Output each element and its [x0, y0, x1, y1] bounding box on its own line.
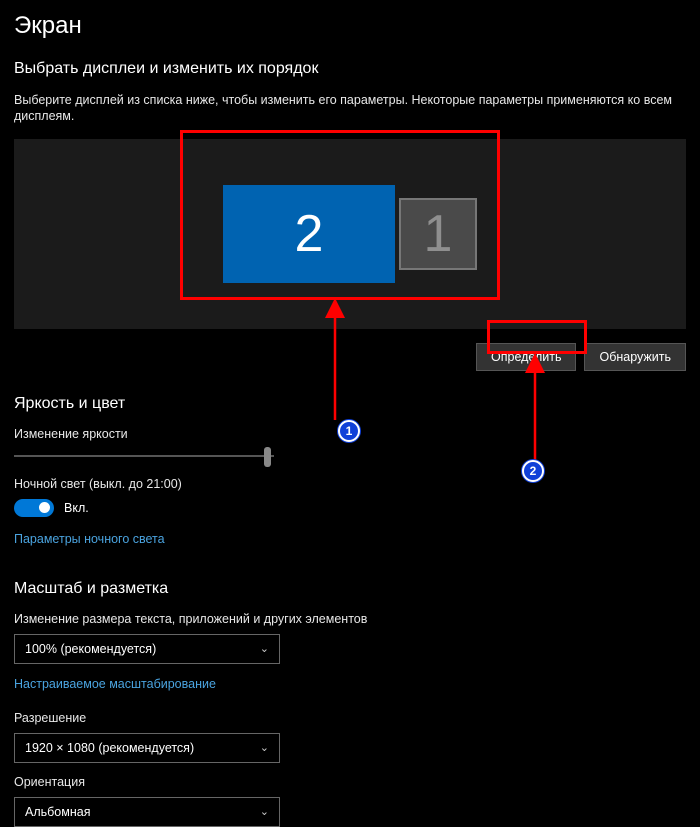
- resolution-value: 1920 × 1080 (рекомендуется): [25, 741, 194, 755]
- text-size-dropdown[interactable]: 100% (рекомендуется) ⌄: [14, 634, 280, 664]
- brightness-heading: Яркость и цвет: [14, 395, 686, 413]
- chevron-down-icon: ⌄: [260, 805, 269, 818]
- brightness-slider-thumb[interactable]: [264, 447, 271, 467]
- identify-button[interactable]: Определить: [476, 343, 576, 371]
- brightness-slider[interactable]: [14, 455, 274, 457]
- chevron-down-icon: ⌄: [260, 741, 269, 754]
- scale-heading: Масштаб и разметка: [14, 580, 686, 598]
- brightness-slider-label: Изменение яркости: [14, 427, 686, 441]
- orientation-dropdown[interactable]: Альбомная ⌄: [14, 797, 280, 827]
- resolution-dropdown[interactable]: 1920 × 1080 (рекомендуется) ⌄: [14, 733, 280, 763]
- monitor-1[interactable]: 1: [399, 198, 477, 270]
- arrange-heading: Выбрать дисплеи и изменить их порядок: [14, 60, 686, 78]
- display-arrange-area[interactable]: 2 1: [14, 139, 686, 329]
- nightlight-state: Вкл.: [64, 501, 89, 515]
- annotation-arrow-2: [520, 355, 550, 473]
- orientation-value: Альбомная: [25, 805, 90, 819]
- display-canvas: 2 1: [14, 153, 686, 315]
- monitor-2[interactable]: 2: [223, 185, 395, 283]
- chevron-down-icon: ⌄: [260, 642, 269, 655]
- nightlight-settings-link[interactable]: Параметры ночного света: [14, 532, 165, 546]
- page-title: Экран: [14, 12, 686, 40]
- orientation-label: Ориентация: [14, 775, 686, 789]
- text-size-value: 100% (рекомендуется): [25, 642, 156, 656]
- text-size-label: Изменение размера текста, приложений и д…: [14, 612, 686, 626]
- detect-button[interactable]: Обнаружить: [584, 343, 686, 371]
- resolution-label: Разрешение: [14, 711, 686, 725]
- nightlight-toggle[interactable]: [14, 499, 54, 517]
- custom-scaling-link[interactable]: Настраиваемое масштабирование: [14, 677, 216, 691]
- arrange-desc: Выберите дисплей из списка ниже, чтобы и…: [14, 92, 686, 125]
- nightlight-label: Ночной свет (выкл. до 21:00): [14, 477, 686, 491]
